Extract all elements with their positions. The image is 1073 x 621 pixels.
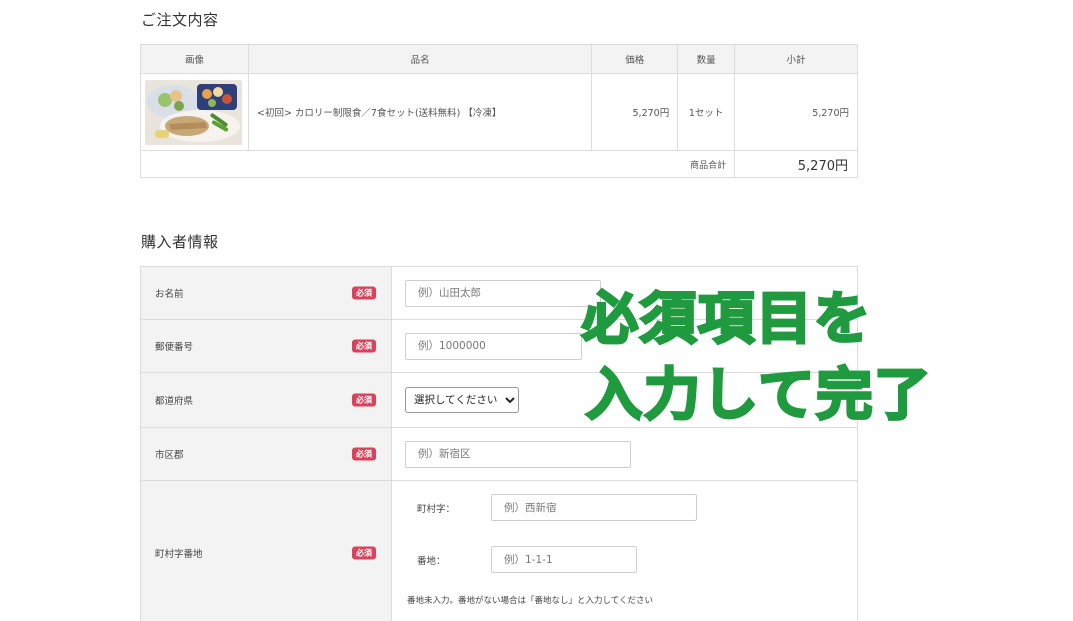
- item-price: 5,270円: [591, 73, 679, 151]
- form-row-address: 町村字番地 必須 町村字： 番地： 番地未入力。番地がない場合は「番地なし」と入…: [140, 480, 858, 621]
- address-note: 番地未入力。番地がない場合は「番地なし」と入力してください: [407, 596, 653, 606]
- header-image: 画像: [140, 44, 249, 74]
- order-header-row: 画像 品名 価格 数量 小計: [140, 44, 858, 74]
- number-line: 番地：: [417, 546, 857, 573]
- order-section-title: ご注文内容: [141, 11, 219, 29]
- table-row: <初回> カロリー制限食／7食セット(送料無料) 【冷凍】 5,270円 1セッ…: [140, 73, 858, 151]
- name-input[interactable]: [405, 279, 601, 307]
- required-badge: 必須: [352, 447, 376, 461]
- required-badge: 必須: [352, 339, 376, 353]
- zip-input[interactable]: [405, 332, 582, 360]
- product-image: [145, 79, 242, 145]
- number-input[interactable]: [491, 546, 637, 573]
- order-sum-row: 商品合計 5,270円: [139, 150, 858, 178]
- pref-label-cell: 都道府県 必須: [140, 372, 392, 428]
- item-name: <初回> カロリー制限食／7食セット(送料無料) 【冷凍】: [247, 73, 593, 151]
- overlay-line1: 必須項目を: [581, 286, 872, 354]
- prefecture-select[interactable]: 選択してください: [405, 387, 519, 413]
- town-line: 町村字：: [417, 494, 857, 521]
- header-subtotal: 小計: [734, 44, 858, 74]
- sum-label: 商品合計: [139, 150, 736, 178]
- pref-label: 都道府県: [155, 396, 194, 407]
- required-badge: 必須: [352, 286, 376, 300]
- header-price: 価格: [591, 44, 679, 74]
- city-label-cell: 市区郡 必須: [140, 427, 392, 481]
- city-input-cell: [391, 427, 858, 481]
- town-label: 町村字：: [417, 503, 456, 515]
- item-image-cell: [140, 73, 249, 151]
- address-input-cell: 町村字： 番地： 番地未入力。番地がない場合は「番地なし」と入力してください: [391, 480, 858, 621]
- number-label: 番地：: [417, 555, 446, 567]
- zip-label-cell: 郵便番号 必須: [140, 319, 392, 373]
- city-input[interactable]: [405, 440, 631, 468]
- instruction-overlay: 必須項目を 入力して完了: [581, 286, 962, 430]
- town-input[interactable]: [491, 494, 697, 521]
- item-subtotal: 5,270円: [734, 73, 858, 151]
- header-qty: 数量: [677, 44, 736, 74]
- address-label: 町村字番地: [155, 549, 203, 560]
- overlay-line2: 入力して完了: [585, 362, 933, 430]
- address-label-cell: 町村字番地 必須: [140, 480, 392, 621]
- required-badge: 必須: [352, 546, 376, 560]
- required-badge: 必須: [352, 393, 376, 407]
- order-table: 画像 品名 価格 数量 小計 <初回> カロリー制限食／7食セット(送料無料) …: [139, 44, 858, 178]
- zip-label: 郵便番号: [155, 342, 194, 353]
- name-label-cell: お名前 必須: [140, 266, 392, 320]
- city-label: 市区郡: [155, 450, 184, 461]
- item-qty: 1セット: [677, 73, 736, 151]
- sum-value: 5,270円: [734, 150, 858, 178]
- buyer-section-title: 購入者情報: [141, 233, 219, 251]
- header-name: 品名: [247, 44, 593, 74]
- form-row-city: 市区郡 必須: [140, 427, 858, 481]
- name-label: お名前: [155, 289, 184, 300]
